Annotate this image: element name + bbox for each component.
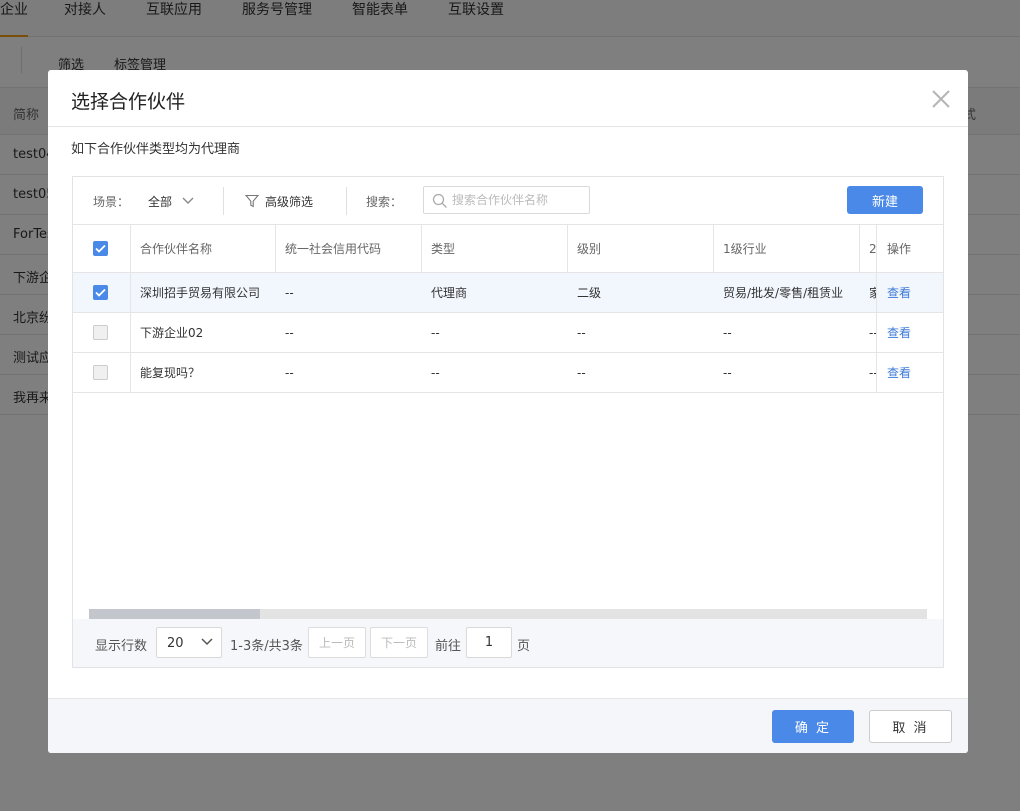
op-cell: 查看 bbox=[876, 273, 943, 312]
chevron-down-icon bbox=[201, 638, 213, 646]
grid-header-row: 合作伙伴名称 统一社会信用代码 类型 级别 1级行业 2 操作 bbox=[73, 225, 943, 273]
modal-footer: 确 定 取 消 bbox=[48, 698, 968, 753]
close-icon[interactable] bbox=[930, 88, 952, 110]
modal-description: 如下合作伙伴类型均为代理商 bbox=[71, 142, 241, 157]
view-link[interactable]: 查看 bbox=[887, 364, 911, 381]
advanced-filter-label: 高级筛选 bbox=[265, 194, 314, 209]
advanced-filter-button[interactable]: 高级筛选 bbox=[245, 191, 313, 211]
op-cell: 查看 bbox=[876, 353, 943, 392]
scene-label: 场景： bbox=[93, 195, 130, 209]
cell-name: 深圳招手贸易有限公司 bbox=[140, 286, 261, 300]
search-icon bbox=[432, 193, 447, 208]
scene-value: 全部 bbox=[148, 194, 173, 209]
cell-type: -- bbox=[431, 365, 440, 380]
select-all-cell bbox=[73, 225, 131, 272]
scrollbar-thumb[interactable] bbox=[89, 609, 260, 619]
cell-credit-code: -- bbox=[285, 285, 294, 300]
col-header-industry2[interactable]: 2 bbox=[860, 225, 876, 272]
page-number-input[interactable] bbox=[466, 627, 512, 658]
cell-industry2: -- bbox=[869, 365, 876, 380]
search-label: 搜索： bbox=[366, 195, 403, 209]
cell-level: 二级 bbox=[577, 286, 602, 300]
page-size-select[interactable]: 20 bbox=[156, 627, 222, 658]
select-partner-dialog: 选择合作伙伴 如下合作伙伴类型均为代理商 场景： 全部 高级筛选 搜索： 新建 bbox=[48, 70, 968, 753]
filter-icon bbox=[245, 194, 259, 208]
next-page-button[interactable]: 下一页 bbox=[370, 627, 428, 658]
row-checkbox[interactable] bbox=[93, 285, 108, 300]
cell-level: -- bbox=[577, 365, 586, 380]
chevron-down-icon bbox=[182, 197, 194, 204]
col-header-industry1[interactable]: 1级行业 bbox=[714, 225, 860, 272]
cell-industry1: 贸易/批发/零售/租赁业 bbox=[723, 286, 844, 300]
modal-header: 选择合作伙伴 bbox=[48, 70, 968, 127]
col-header-op: 操作 bbox=[876, 225, 943, 272]
check-icon bbox=[95, 244, 106, 253]
modal-title: 选择合作伙伴 bbox=[71, 91, 186, 113]
partner-table-panel: 场景： 全部 高级筛选 搜索： 新建 bbox=[72, 176, 944, 668]
new-partner-button[interactable]: 新建 bbox=[847, 186, 923, 214]
divider bbox=[346, 187, 347, 215]
cell-level: -- bbox=[577, 325, 586, 340]
cell-credit-code: -- bbox=[285, 325, 294, 340]
horizontal-scrollbar[interactable] bbox=[89, 609, 927, 619]
table-toolbar: 场景： 全部 高级筛选 搜索： 新建 bbox=[73, 177, 943, 225]
col-header-name[interactable]: 合作伙伴名称 bbox=[131, 225, 276, 272]
page-size-value: 20 bbox=[167, 636, 184, 651]
view-link[interactable]: 查看 bbox=[887, 324, 911, 341]
cell-name: 下游企业02 bbox=[140, 326, 204, 340]
op-cell: 查看 bbox=[876, 313, 943, 352]
col-header-credit-code[interactable]: 统一社会信用代码 bbox=[276, 225, 422, 272]
search-input[interactable] bbox=[452, 190, 582, 210]
col-header-level[interactable]: 级别 bbox=[568, 225, 714, 272]
pagination-bar: 显示行数 20 1-3条/共3条 上一页 下一页 前往 页 bbox=[73, 619, 943, 667]
scene-select[interactable]: 全部 bbox=[148, 189, 194, 213]
prev-page-button[interactable]: 上一页 bbox=[308, 627, 366, 658]
goto-label: 前往 bbox=[435, 639, 462, 654]
table-row[interactable]: 深圳招手贸易有限公司 -- 代理商 二级 贸易/批发/零售/租赁业 家 查看 bbox=[73, 273, 943, 313]
cell-credit-code: -- bbox=[285, 365, 294, 380]
row-checkbox[interactable] bbox=[93, 365, 108, 380]
view-link[interactable]: 查看 bbox=[887, 284, 911, 301]
row-select-cell bbox=[73, 313, 131, 352]
cell-industry2: 家 bbox=[869, 286, 876, 300]
cell-industry1: -- bbox=[723, 365, 732, 380]
cell-industry1: -- bbox=[723, 325, 732, 340]
cancel-button[interactable]: 取 消 bbox=[869, 710, 952, 743]
rows-per-page-label: 显示行数 bbox=[95, 639, 148, 654]
table-row[interactable]: 下游企业02 -- -- -- -- -- 查看 bbox=[73, 313, 943, 353]
row-checkbox[interactable] bbox=[93, 325, 108, 340]
cell-type: 代理商 bbox=[431, 286, 468, 300]
row-select-cell bbox=[73, 353, 131, 392]
cell-name: 能复现吗？ bbox=[140, 366, 201, 380]
col-header-type[interactable]: 类型 bbox=[422, 225, 568, 272]
search-box bbox=[423, 186, 590, 214]
table-row[interactable]: 能复现吗？ -- -- -- -- -- 查看 bbox=[73, 353, 943, 393]
confirm-button[interactable]: 确 定 bbox=[772, 710, 854, 743]
row-select-cell bbox=[73, 273, 131, 312]
cell-industry2: -- bbox=[869, 325, 876, 340]
page-suffix: 页 bbox=[517, 639, 531, 654]
divider bbox=[223, 187, 224, 215]
page-range-text: 1-3条/共3条 bbox=[230, 639, 303, 654]
cell-type: -- bbox=[431, 325, 440, 340]
select-all-checkbox[interactable] bbox=[93, 241, 108, 256]
check-icon bbox=[95, 288, 106, 297]
